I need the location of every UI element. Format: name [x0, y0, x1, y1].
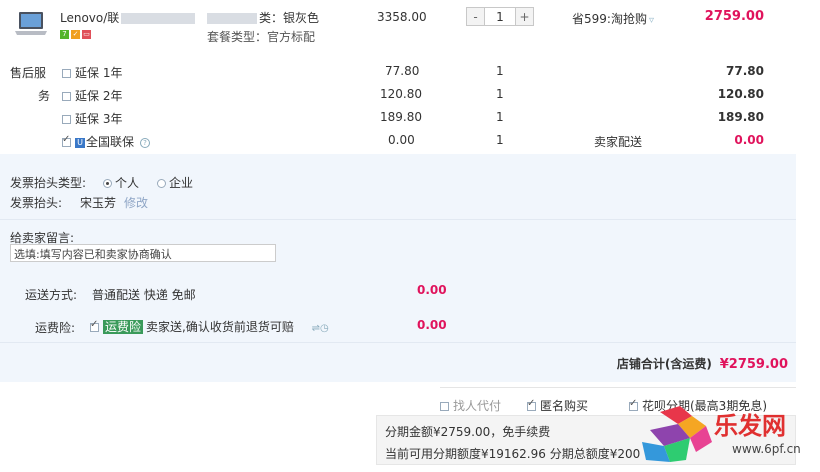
item-qty: 1 [496, 87, 504, 101]
warranty-1y-option[interactable]: 延保 1年 [62, 64, 122, 81]
checkbox[interactable] [62, 115, 71, 124]
laptop-thumbnail[interactable] [14, 11, 48, 37]
national-warranty-option[interactable]: U全国联保? [62, 133, 151, 150]
shop-total-value: ¥2759.00 [719, 357, 788, 372]
shipping-cost: 0.00 [417, 283, 447, 297]
guarantee-icon: ✓ [71, 30, 80, 39]
quantity-input[interactable]: 1 [484, 8, 516, 25]
after-sales-item: 延保 1年 77.80 1 77.80 [0, 64, 796, 82]
insurance-option[interactable]: 运费险卖家送,确认收货前退货可赔 ⇌◷ [90, 318, 329, 335]
item-price: 0.00 [388, 133, 415, 147]
product-row: Lenovo/联 7 ✓ ▭ 类：银灰色 套餐类型：官方标配 3358.00 - 1… [0, 0, 796, 58]
insurance-desc: 卖家送,确认收货前退货可赔 [146, 320, 294, 334]
quantity-stepper[interactable]: - 1 + [466, 7, 534, 26]
item-price: 189.80 [380, 110, 422, 124]
checkbox[interactable] [90, 319, 99, 332]
product-package: 套餐类型：官方标配 [207, 30, 316, 44]
item-delivery: 卖家配送 [594, 135, 643, 149]
insurance-tag: 运费险 [103, 320, 144, 334]
discount-info: 省599:淘抢购 ▿ [572, 12, 654, 26]
shipping-method[interactable]: 普通配送 快递 免邮 [92, 286, 196, 303]
shop-total-label: 店铺合计(含运费) [616, 357, 712, 371]
checkbox[interactable] [440, 402, 449, 411]
anonymous-option[interactable]: 匿名购买 [527, 397, 588, 414]
checkbox[interactable] [62, 69, 71, 78]
installment-amount: 分期金额¥2759.00，免手续费 [385, 425, 551, 439]
invoice-title-label: 发票抬头: [10, 196, 63, 210]
item-qty: 1 [496, 133, 504, 147]
shipping-label: 运送方式: [25, 288, 78, 302]
invoice-edit-link[interactable]: 修改 [124, 194, 148, 211]
after-sales-item: 延保 2年 120.80 1 120.80 [0, 87, 796, 105]
product-total: 2759.00 [704, 9, 764, 24]
divider [0, 219, 796, 220]
quantity-plus-button[interactable]: + [516, 8, 533, 25]
warranty-2y-option[interactable]: 延保 2年 [62, 87, 122, 104]
unit-price: 3358.00 [377, 10, 427, 24]
deer-logo-icon [642, 406, 712, 462]
after-sales-item: U全国联保? 0.00 1 卖家配送 0.00 [0, 133, 796, 151]
radio[interactable] [103, 179, 112, 188]
divider [440, 387, 796, 388]
message-input[interactable]: 选填:填写内容已和卖家协商确认 [10, 244, 276, 262]
service-badges: 7 ✓ ▭ [60, 27, 93, 41]
invoice-type-label: 发票抬头类型: [10, 176, 87, 190]
radio[interactable] [157, 179, 166, 188]
insurance-info-icon[interactable]: ⇌◷ [312, 323, 329, 334]
info-icon[interactable]: ▿ [649, 15, 654, 26]
warranty-u-icon: U [75, 137, 85, 148]
invoice-personal-option[interactable]: 个人 [103, 174, 139, 191]
installment-limit: 当前可用分期额度¥19162.96 分期总额度¥200 [385, 447, 641, 461]
item-total: 0.00 [734, 133, 764, 147]
item-total: 77.80 [726, 64, 764, 78]
after-sales-section: 售后服 务 延保 1年 77.80 1 77.80 延保 2年 120.80 1… [0, 58, 796, 154]
watermark-logo: 乐发网 www.6pf.cn [630, 402, 820, 472]
help-icon[interactable]: ? [140, 137, 151, 148]
watermark-url: www.6pf.cn [732, 442, 801, 456]
warranty-3y-option[interactable]: 延保 3年 [62, 110, 122, 127]
pay-for-me-option[interactable]: 找人代付 [440, 397, 501, 414]
insurance-cost: 0.00 [417, 318, 447, 332]
divider [0, 342, 796, 343]
invoice-company-option[interactable]: 企业 [157, 174, 193, 191]
item-price: 77.80 [385, 64, 420, 78]
checkbox[interactable] [62, 134, 71, 147]
watermark-brand: 乐发网 [714, 411, 786, 440]
item-qty: 1 [496, 110, 504, 124]
item-total: 120.80 [717, 87, 764, 101]
item-total: 189.80 [717, 110, 764, 124]
product-color: 类：银灰色 [207, 9, 319, 26]
seven-day-return-icon: 7 [60, 30, 69, 39]
after-sales-item: 延保 3年 189.80 1 189.80 [0, 110, 796, 128]
insurance-label: 运费险: [35, 321, 76, 335]
checkbox[interactable] [62, 92, 71, 101]
product-title[interactable]: Lenovo/联 [60, 9, 196, 26]
item-price: 120.80 [380, 87, 422, 101]
credit-card-icon: ▭ [82, 30, 91, 39]
quantity-minus-button[interactable]: - [467, 8, 484, 25]
checkbox[interactable] [527, 398, 536, 411]
item-qty: 1 [496, 64, 504, 78]
shop-total: 店铺合计(含运费) ¥2759.00 [617, 355, 788, 372]
invoice-title-value: 宋玉芳 [80, 196, 117, 210]
